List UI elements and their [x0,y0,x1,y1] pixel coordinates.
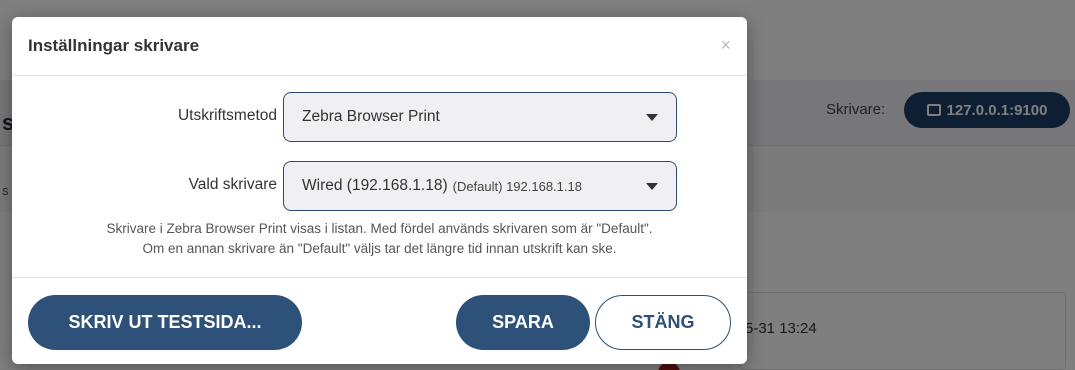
save-button[interactable]: SPARA [456,295,590,350]
close-button[interactable]: STÄNG [595,295,731,350]
chevron-down-icon [646,114,658,121]
help-line-1: Skrivare i Zebra Browser Print visas i l… [106,221,653,236]
print-method-label: Utskriftsmetod [177,107,277,124]
printer-settings-dialog: Inställningar skrivare × Utskriftsmetod … [12,17,747,364]
modal-title: Inställningar skrivare [28,36,200,55]
print-method-value: Zebra Browser Print [302,108,440,125]
close-icon[interactable]: × [720,35,731,56]
chevron-down-icon [646,183,658,190]
modal-footer: SKRIV UT TESTSIDA... SPARA STÄNG [12,277,747,364]
printer-select-value: Wired (192.168.1.18) [302,177,448,194]
print-test-page-button[interactable]: SKRIV UT TESTSIDA... [28,295,302,350]
help-text: Skrivare i Zebra Browser Print visas i l… [12,219,747,259]
printer-select-detail: (Default) 192.168.1.18 [452,178,582,194]
print-method-row: Utskriftsmetod Zebra Browser Print [12,92,747,144]
printer-select[interactable]: Wired (192.168.1.18) (Default) 192.168.1… [283,161,677,211]
printer-select-label: Vald skrivare [188,176,277,193]
help-line-2: Om en annan skrivare än "Default" väljs … [142,241,617,256]
printer-row: Vald skrivare Wired (192.168.1.18) (Defa… [12,161,747,213]
print-method-select[interactable]: Zebra Browser Print [283,92,677,142]
modal-header: Inställningar skrivare × [12,17,747,76]
